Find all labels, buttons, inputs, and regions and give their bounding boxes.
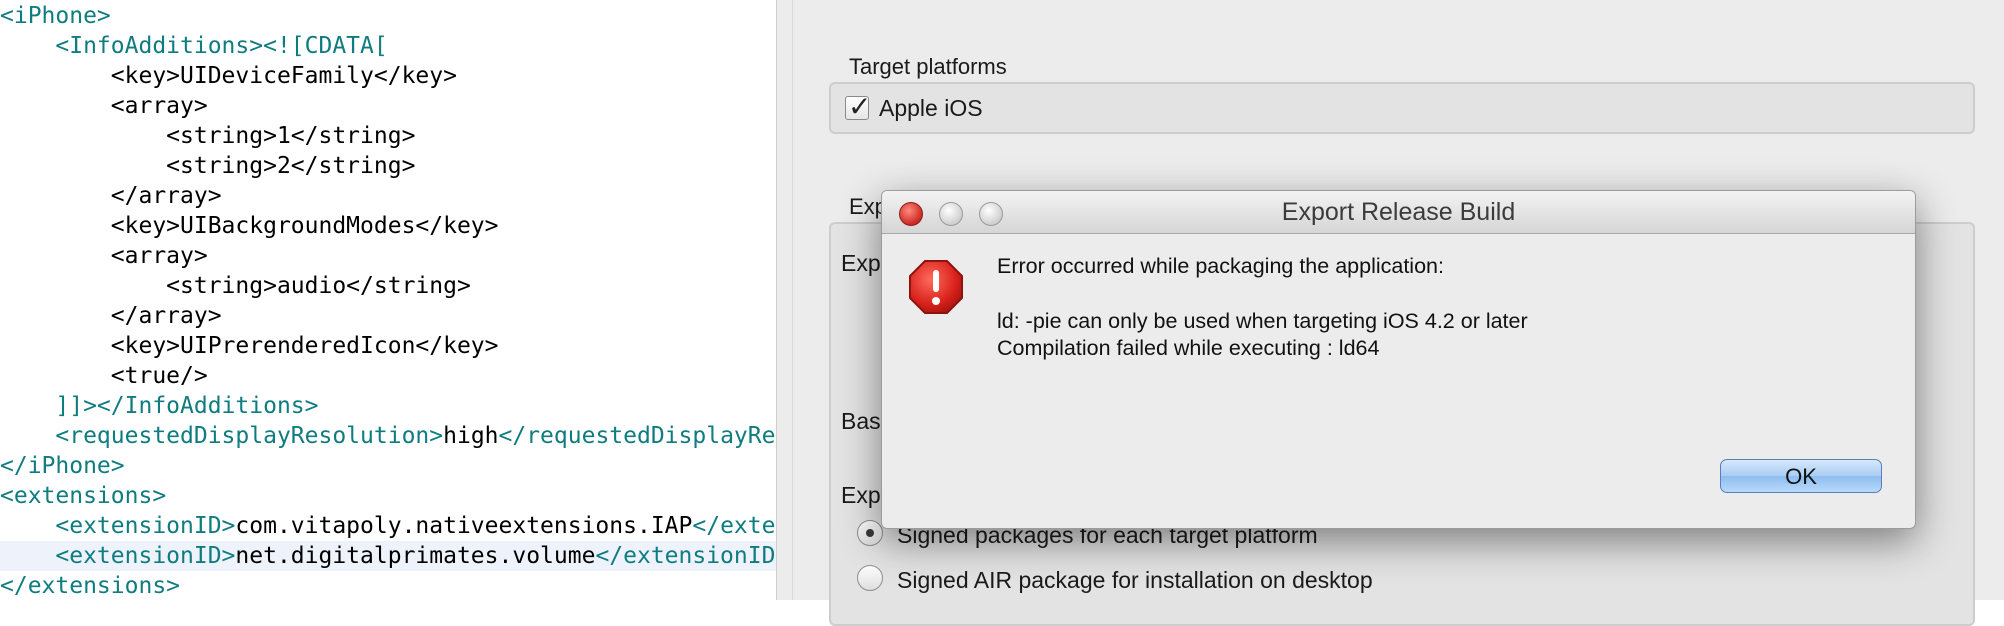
code-line[interactable]: </iPhone>	[0, 451, 125, 481]
code-text-token: <string>audio</string>	[0, 273, 471, 299]
code-tag-token: <extensionID>	[55, 543, 236, 569]
target-platforms-label: Target platforms	[849, 54, 1007, 79]
code-text-token: <array>	[0, 93, 208, 119]
code-text-token: <true/>	[0, 363, 208, 389]
code-line[interactable]: ]]></InfoAdditions>	[0, 391, 319, 421]
code-tag-token: </iPhone>	[0, 453, 125, 479]
code-text-token: <key>UIBackgroundModes</key>	[0, 213, 499, 239]
code-text-token: </array>	[0, 183, 222, 209]
panel-divider	[792, 0, 793, 600]
error-message-line-1: ld: -pie can only be used when targeting…	[997, 309, 1528, 333]
apple-ios-checkbox[interactable]: ✓	[845, 90, 871, 123]
signed-air-label: Signed AIR package for installation on d…	[897, 567, 1373, 593]
code-tag-token: </requestedDisplayRe	[498, 423, 776, 449]
code-text-token: net.digitalprimates.volume	[235, 543, 596, 569]
code-line[interactable]: <extensionID>net.digitalprimates.volume<…	[0, 541, 776, 571]
code-text-token: </array>	[0, 303, 222, 329]
code-editor[interactable]: <iPhone> <InfoAdditions><![CDATA[ <key>U…	[0, 0, 776, 600]
signed-air-radio[interactable]	[857, 565, 883, 591]
code-tag-token: </extensions>	[0, 573, 181, 599]
code-tag-token: ]]></InfoAdditions>	[55, 393, 319, 419]
code-line[interactable]: <extensions>	[0, 481, 166, 511]
alert-octagon-icon	[908, 259, 964, 320]
code-tag-token: </extensionID	[595, 543, 776, 569]
radio-selected-dot	[866, 529, 874, 537]
code-line[interactable]: <InfoAdditions><![CDATA[	[0, 31, 388, 61]
code-text-token: <key>UIPrerenderedIcon</key>	[0, 333, 499, 359]
code-line[interactable]: </extensions>	[0, 571, 180, 600]
error-message-line-2: Compilation failed while executing : ld6…	[997, 336, 1380, 360]
code-text-token: com.vitapoly.nativeextensions.IAP	[235, 513, 693, 539]
code-line[interactable]: <true/>	[0, 361, 208, 391]
apple-ios-label: Apple iOS	[879, 95, 983, 121]
code-line[interactable]: </array>	[0, 301, 222, 331]
code-line[interactable]: </array>	[0, 181, 222, 211]
code-line[interactable]: <key>UIBackgroundModes</key>	[0, 211, 499, 241]
code-line[interactable]: <extensionID>com.vitapoly.nativeextensio…	[0, 511, 775, 541]
code-tag-token: </exte	[692, 513, 776, 539]
target-platforms-box: ✓ Apple iOS	[829, 82, 1975, 134]
code-line[interactable]: <requestedDisplayResolution>high</reques…	[0, 421, 775, 451]
code-line[interactable]: <array>	[0, 241, 208, 271]
checkmark-icon: ✓	[848, 90, 872, 123]
dialog-title: Export Release Build	[1281, 198, 1516, 226]
code-line[interactable]: <string>audio</string>	[0, 271, 471, 301]
code-line[interactable]: <array>	[0, 91, 208, 121]
code-tag-token: <requestedDisplayResolution>	[55, 423, 444, 449]
error-dialog: Export Release Build Error occurred whil…	[881, 190, 1916, 529]
code-line[interactable]: <key>UIDeviceFamily</key>	[0, 61, 457, 91]
signed-packages-radio[interactable]	[857, 520, 883, 546]
code-text-token: <key>UIDeviceFamily</key>	[0, 63, 457, 89]
code-tag-token: <InfoAdditions><![CDATA[	[55, 33, 388, 59]
ok-button[interactable]: OK	[1720, 459, 1882, 493]
code-text-token: <array>	[0, 243, 208, 269]
code-text-token: high	[443, 423, 499, 449]
code-text-token: <string>1</string>	[0, 123, 416, 149]
code-tag-token: <extensionID>	[55, 513, 236, 539]
code-line[interactable]: <iPhone>	[0, 1, 111, 31]
error-heading: Error occurred while packaging the appli…	[997, 254, 1444, 278]
dialog-titlebar[interactable]: Export Release Build	[882, 191, 1915, 234]
code-text-token: <string>2</string>	[0, 153, 416, 179]
code-line[interactable]: <string>1</string>	[0, 121, 415, 151]
code-tag-token: <extensions>	[0, 483, 167, 509]
code-line[interactable]: <key>UIPrerenderedIcon</key>	[0, 331, 499, 361]
code-tag-token: <iPhone>	[0, 3, 111, 29]
code-line[interactable]: <string>2</string>	[0, 151, 415, 181]
